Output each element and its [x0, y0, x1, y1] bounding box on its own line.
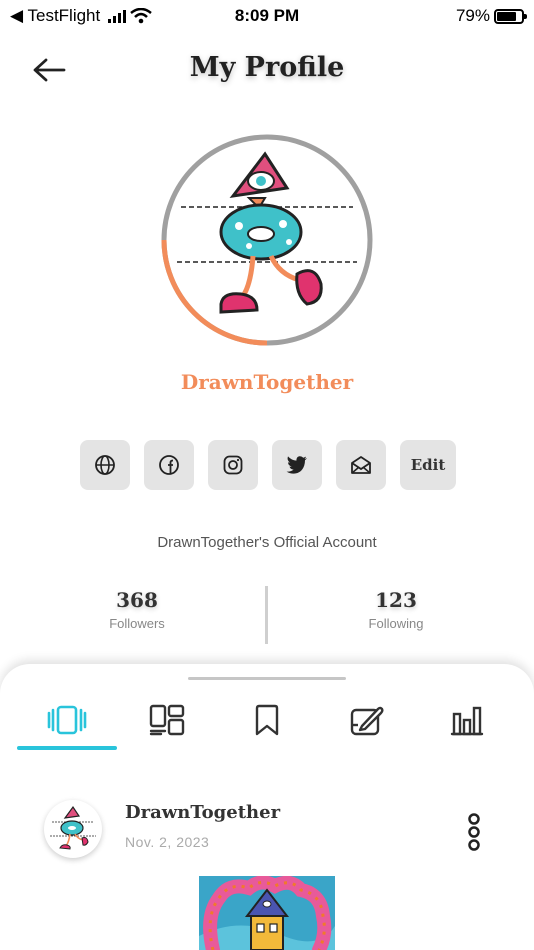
- following-stat[interactable]: 123 Following: [316, 588, 476, 631]
- profile-avatar[interactable]: [161, 134, 373, 346]
- bar-chart-icon: [450, 706, 484, 736]
- post-date: Nov. 2, 2023: [125, 834, 210, 850]
- more-options-icon[interactable]: [464, 812, 484, 852]
- followers-label: Followers: [109, 616, 165, 631]
- post-image[interactable]: [199, 876, 335, 950]
- tab-posts[interactable]: [17, 690, 117, 750]
- tab-layouts[interactable]: [117, 690, 217, 750]
- social-links-row: Edit: [80, 440, 456, 490]
- profile-bio: DrawnTogether's Official Account: [157, 534, 377, 551]
- twitter-button[interactable]: [272, 440, 322, 490]
- bookmark-icon: [255, 704, 279, 736]
- post-author-name[interactable]: DrawnTogether: [125, 802, 280, 823]
- tab-saved[interactable]: [217, 690, 317, 750]
- facebook-button[interactable]: [144, 440, 194, 490]
- email-button[interactable]: [336, 440, 386, 490]
- tab-drafts[interactable]: [317, 690, 417, 750]
- followers-count: 368: [116, 588, 158, 612]
- post-author-avatar[interactable]: [44, 800, 102, 858]
- edit-board-icon: [350, 706, 384, 736]
- following-label: Following: [368, 616, 424, 631]
- website-button[interactable]: [80, 440, 130, 490]
- mail-icon: [351, 456, 371, 474]
- instagram-button[interactable]: [208, 440, 258, 490]
- twitter-icon: [286, 456, 307, 474]
- facebook-icon: [159, 455, 179, 475]
- posts-carousel-icon: [47, 705, 87, 735]
- battery-percent: 79%: [455, 6, 490, 25]
- page-title: My Profile: [189, 52, 345, 83]
- following-count: 123: [375, 588, 417, 612]
- sheet-grabber[interactable]: [188, 677, 346, 680]
- edit-profile-button[interactable]: Edit: [400, 440, 456, 490]
- battery-icon: [494, 8, 527, 24]
- instagram-icon: [223, 455, 243, 475]
- content-tabs: [17, 690, 517, 750]
- tab-stats[interactable]: [417, 690, 517, 750]
- clock: 8:09 PM: [234, 6, 300, 25]
- stats-divider: [265, 586, 268, 644]
- grid-layout-icon: [149, 704, 185, 736]
- status-bar: ◀ TestFlight 8:09 PM 79%: [0, 0, 534, 34]
- followers-stat[interactable]: 368 Followers: [57, 588, 217, 631]
- globe-icon: [95, 455, 115, 475]
- profile-username: DrawnTogether: [180, 370, 354, 394]
